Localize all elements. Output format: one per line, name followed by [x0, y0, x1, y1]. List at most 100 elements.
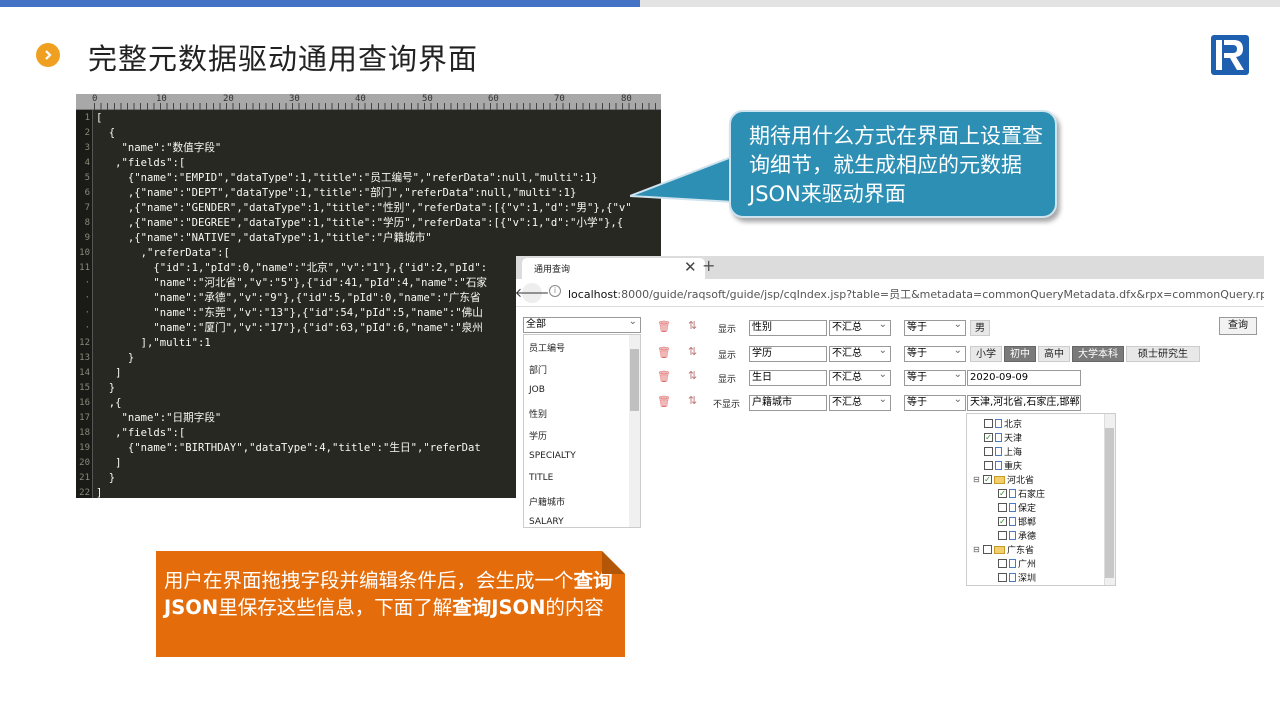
value-input[interactable]: 2020-09-09 [967, 370, 1081, 386]
checkbox-icon[interactable]: ✓ [998, 517, 1007, 526]
line-number: · [84, 323, 90, 333]
ruler-mark: 50 [422, 94, 433, 104]
slide-title: 完整元数据驱动通用查询界面 [88, 42, 479, 76]
value-chip[interactable]: 初中 [1004, 346, 1036, 362]
tree-node[interactable]: 深圳 [998, 571, 1036, 584]
checkbox-icon[interactable] [984, 419, 993, 428]
tree-node[interactable]: 重庆 [984, 459, 1022, 472]
field-name-input[interactable]: 生日 [749, 370, 827, 386]
new-tab-button[interactable]: + [702, 256, 715, 275]
field-list-item[interactable]: 学历 [529, 429, 547, 442]
field-category-select[interactable]: 全部 [523, 315, 641, 333]
line-number: 16 [79, 398, 90, 408]
back-arrow-icon[interactable]: 🡐 [516, 283, 549, 303]
ruler-mark: 70 [554, 94, 565, 104]
trash-icon[interactable]: 🗑 [657, 395, 671, 408]
tree-node[interactable]: ✓ 石家庄 [998, 487, 1045, 500]
field-list-item[interactable]: TITLE [529, 473, 553, 483]
tree-node[interactable]: 北京 [984, 417, 1022, 430]
field-list-item[interactable]: SALARY [529, 517, 564, 527]
line-number: 13 [79, 353, 90, 363]
sort-icon[interactable]: ⇅ [688, 369, 697, 382]
tree-node-label: 深圳 [1018, 574, 1037, 584]
url-input[interactable]: localhost:8000/guide/raqsoft/guide/jsp/c… [568, 286, 1264, 302]
close-icon[interactable]: ✕ [684, 258, 697, 276]
field-list[interactable]: 员工编号部门 JOB 性别学历 SPECIALTY TITLE 户籍城市 SALARY [523, 334, 641, 528]
info-icon[interactable]: i [549, 285, 561, 297]
line-number-gutter: 1 2 3 4 5 6 7 8 9 10 11 · · · · 12 13 14 15 16 17 18 19 20 21 22 [76, 110, 93, 498]
code-line: ,{"name":"DEGREE","dataType":1,"title":"… [96, 217, 624, 229]
tree-node[interactable]: ⊟ 广东省 [973, 543, 1034, 556]
aggregate-select[interactable]: 不汇总 [829, 344, 891, 362]
field-list-item[interactable]: 性别 [529, 407, 547, 420]
visibility-toggle[interactable]: 显示 [718, 372, 736, 385]
collapse-icon[interactable]: ⊟ [973, 475, 981, 484]
checkbox-icon[interactable] [998, 531, 1007, 540]
sort-icon[interactable]: ⇅ [688, 394, 697, 407]
tree-node[interactable]: 上海 [984, 445, 1022, 458]
checkbox-icon[interactable] [998, 573, 1007, 582]
checkbox-icon[interactable]: ✓ [983, 475, 992, 484]
field-list-item[interactable]: 部门 [529, 363, 547, 376]
operator-select[interactable]: 等于 [904, 393, 966, 411]
tree-node-label: 邯郸 [1018, 518, 1037, 528]
tree-node[interactable]: 广州 [998, 557, 1036, 570]
checkbox-icon[interactable] [998, 503, 1007, 512]
line-number: · [84, 278, 90, 288]
collapse-icon[interactable]: ⊟ [973, 545, 981, 554]
value-chip[interactable]: 小学 [970, 346, 1002, 362]
trash-icon[interactable]: 🗑 [657, 320, 671, 333]
document-icon [1009, 559, 1016, 568]
checkbox-icon[interactable]: ✓ [998, 489, 1007, 498]
checkbox-icon[interactable] [984, 447, 993, 456]
operator-select[interactable]: 等于 [904, 368, 966, 386]
checkbox-icon[interactable] [983, 545, 992, 554]
tree-node-label: 石家庄 [1018, 490, 1046, 500]
value-chip[interactable]: 高中 [1038, 346, 1070, 362]
aggregate-select[interactable]: 不汇总 [829, 393, 891, 411]
tree-node[interactable]: ✓ 邯郸 [998, 515, 1036, 528]
field-list-item[interactable]: JOB [529, 385, 545, 395]
value-chip[interactable]: 男 [970, 320, 990, 336]
visibility-toggle[interactable]: 不显示 [713, 397, 740, 410]
line-number: 9 [84, 233, 90, 243]
checkbox-icon[interactable]: ✓ [984, 433, 993, 442]
value-input[interactable]: 天津,河北省,石家庄,邯郸 [967, 395, 1081, 411]
url-path: :8000/guide/raqsoft/guide/jsp/cqIndex.js… [617, 288, 1264, 301]
sort-icon[interactable]: ⇅ [688, 319, 697, 332]
line-number: 7 [84, 203, 90, 213]
city-tree-dropdown[interactable]: 北京 ✓ 天津 上海 重庆 ⊟ ✓ 河北省 ✓ 石家庄 保定 ✓ 邯郸 承德 ⊟ 广东省 广州 深圳 [966, 413, 1116, 586]
line-number: 22 [79, 488, 90, 498]
visibility-toggle[interactable]: 显示 [718, 322, 736, 335]
field-list-item[interactable]: SPECIALTY [529, 451, 576, 461]
trash-icon[interactable]: 🗑 [657, 346, 671, 359]
operator-select[interactable]: 等于 [904, 344, 966, 362]
tree-node[interactable]: 承德 [998, 529, 1036, 542]
tree-node-label: 河北省 [1007, 476, 1035, 486]
tab-common-query[interactable]: 通用查询 ✕ [522, 258, 705, 279]
tree-node[interactable]: 保定 [998, 501, 1036, 514]
query-button[interactable]: 查询 [1219, 317, 1257, 335]
tree-node[interactable]: ✓ 天津 [984, 431, 1022, 444]
tree-scrollbar[interactable] [1104, 414, 1115, 585]
checkbox-icon[interactable] [998, 559, 1007, 568]
aggregate-select[interactable]: 不汇总 [829, 368, 891, 386]
sort-icon[interactable]: ⇅ [688, 345, 697, 358]
tree-node[interactable]: ⊟ ✓ 河北省 [973, 473, 1034, 486]
code-line: ] [96, 367, 122, 379]
checkbox-icon[interactable] [984, 461, 993, 470]
visibility-toggle[interactable]: 显示 [718, 348, 736, 361]
aggregate-select[interactable]: 不汇总 [829, 318, 891, 336]
field-name-input[interactable]: 学历 [749, 346, 827, 362]
trash-icon[interactable]: 🗑 [657, 370, 671, 383]
field-name-input[interactable]: 户籍城市 [749, 395, 827, 411]
value-chip[interactable]: 大学本科 [1072, 346, 1124, 362]
callout-blue: 期待用什么方式在界面上设置查询细节，就生成相应的元数据JSON来驱动界面 [729, 110, 1057, 218]
value-chip[interactable]: 硕士研究生 [1126, 346, 1200, 362]
line-number: · [84, 293, 90, 303]
field-list-item[interactable]: 户籍城市 [529, 495, 565, 508]
field-list-scrollbar[interactable] [629, 335, 640, 527]
field-list-item[interactable]: 员工编号 [529, 341, 565, 354]
field-name-input[interactable]: 性别 [749, 320, 827, 336]
operator-select[interactable]: 等于 [904, 318, 966, 336]
